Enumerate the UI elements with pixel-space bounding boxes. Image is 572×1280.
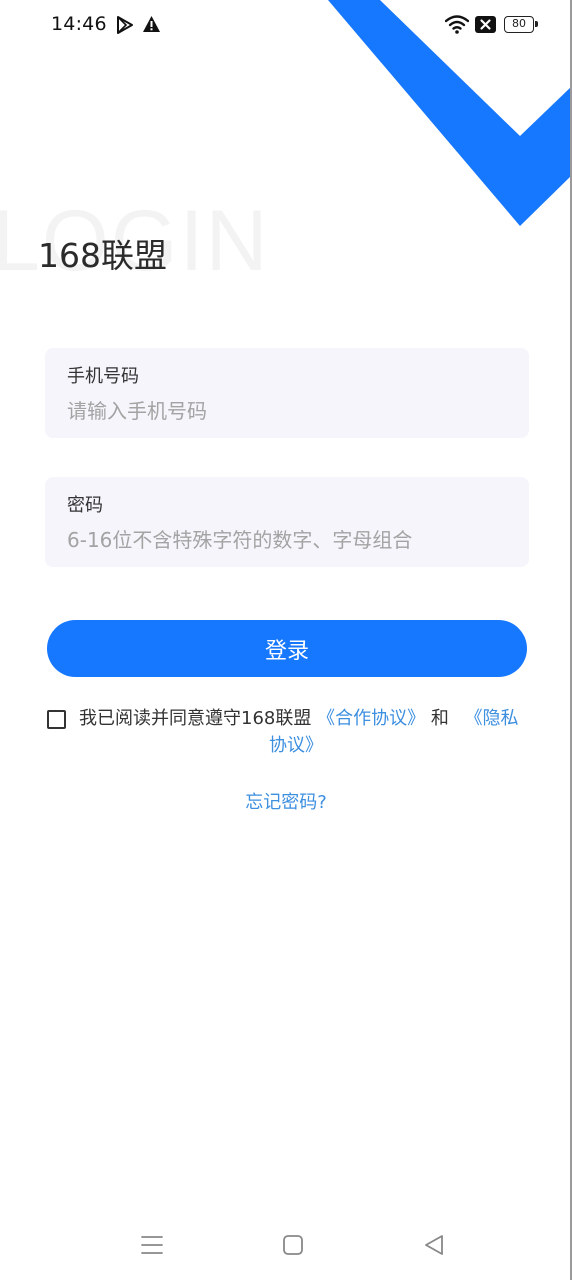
phone-field[interactable]: 手机号码	[45, 348, 529, 438]
password-field-label: 密码	[67, 495, 103, 516]
agreement-line2: 协议》	[269, 733, 323, 759]
status-bar: 14:46 80	[0, 0, 572, 52]
menu-icon[interactable]	[137, 1230, 167, 1260]
login-button[interactable]: 登录	[47, 620, 527, 677]
agreement-text: 我已阅读并同意遵守168联盟 《合作协议》 和 《隐私	[79, 706, 529, 732]
forgot-password-link[interactable]: 忘记密码?	[0, 788, 572, 814]
privacy-agreement-link-part2[interactable]: 协议》	[269, 735, 323, 756]
battery-icon: 80	[504, 16, 538, 33]
privacy-agreement-link-part1[interactable]: 《隐私	[465, 708, 519, 729]
phone-field-label: 手机号码	[67, 366, 139, 387]
back-icon[interactable]	[419, 1230, 449, 1260]
warning-icon	[143, 16, 160, 32]
cooperation-agreement-link[interactable]: 《合作协议》	[317, 708, 425, 729]
agreement-checkbox[interactable]	[47, 710, 66, 729]
password-field[interactable]: 密码	[45, 477, 529, 567]
play-store-icon	[117, 16, 133, 34]
forgot-password-label[interactable]: 忘记密码?	[245, 792, 327, 813]
sim-disabled-icon	[475, 16, 496, 33]
status-time: 14:46	[51, 13, 107, 35]
wifi-icon	[445, 15, 469, 34]
password-input[interactable]	[67, 525, 507, 555]
home-icon[interactable]	[278, 1230, 308, 1260]
login-screen: 14:46 80 LOGIN 168联盟 手机号码 密码	[0, 0, 572, 1280]
phone-input[interactable]	[67, 396, 507, 426]
system-nav-bar	[0, 1220, 572, 1270]
page-title: 168联盟	[38, 236, 167, 275]
agreement-conjunction: 和	[430, 708, 449, 729]
agreement-prefix: 我已阅读并同意遵守168联盟	[79, 708, 312, 729]
